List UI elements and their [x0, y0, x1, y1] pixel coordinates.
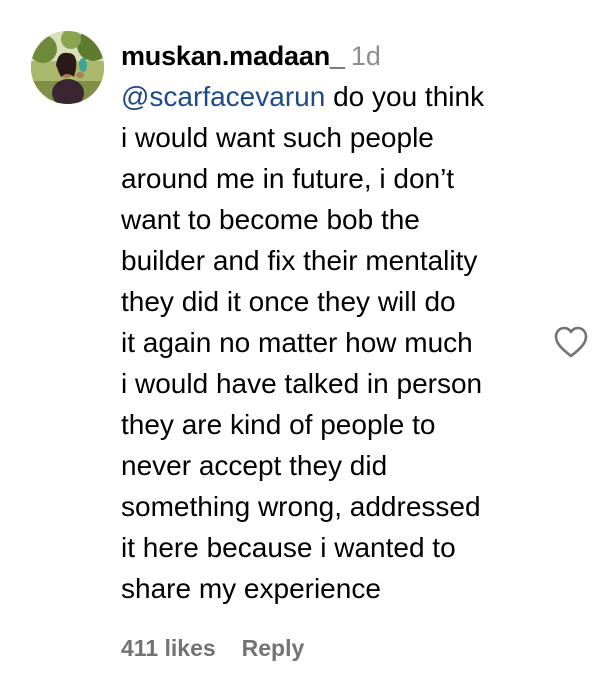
avatar[interactable]: [31, 31, 104, 104]
like-button[interactable]: [553, 325, 589, 359]
comment-line: builder and fix their mentality: [121, 245, 478, 276]
comment-line-text: do you think: [325, 81, 485, 112]
comment-line: never accept they did: [121, 450, 388, 481]
heart-outline-icon: [554, 326, 588, 358]
username[interactable]: muskan.madaan_: [121, 41, 345, 71]
timestamp: 1d: [350, 41, 381, 71]
comment-line: something wrong, addressed: [121, 491, 481, 522]
comment-line: it here because i wanted to: [121, 532, 456, 563]
comment-line: i would want such people: [121, 122, 434, 153]
comment-text: @scarfacevarun do you think i would want…: [121, 76, 546, 609]
comment-line: they are kind of people to: [121, 409, 436, 440]
comment-line: it again no matter how much: [121, 327, 473, 358]
likes-count[interactable]: 411 likes: [121, 635, 216, 661]
reply-button[interactable]: Reply: [242, 635, 305, 661]
comment-body: muskan.madaan_ 1d @scarfacevarun do you t…: [121, 36, 546, 609]
comment-line: around me in future, i don’t: [121, 163, 455, 194]
avatar-image: [31, 31, 104, 104]
comment-line: share my experience: [121, 573, 381, 604]
comment-line: i would have talked in person: [121, 368, 483, 399]
comment-line: @scarfacevarun do you think: [121, 76, 546, 117]
comment-line: want to become bob the: [121, 204, 420, 235]
comment-actions: 411 likes Reply: [121, 631, 304, 665]
comment-line: they did it once they will do: [121, 286, 456, 317]
comment: muskan.madaan_ 1d @scarfacevarun do you t…: [0, 0, 612, 691]
comment-header: muskan.madaan_ 1d: [121, 36, 546, 76]
mention-link[interactable]: @scarfacevarun: [121, 81, 325, 112]
